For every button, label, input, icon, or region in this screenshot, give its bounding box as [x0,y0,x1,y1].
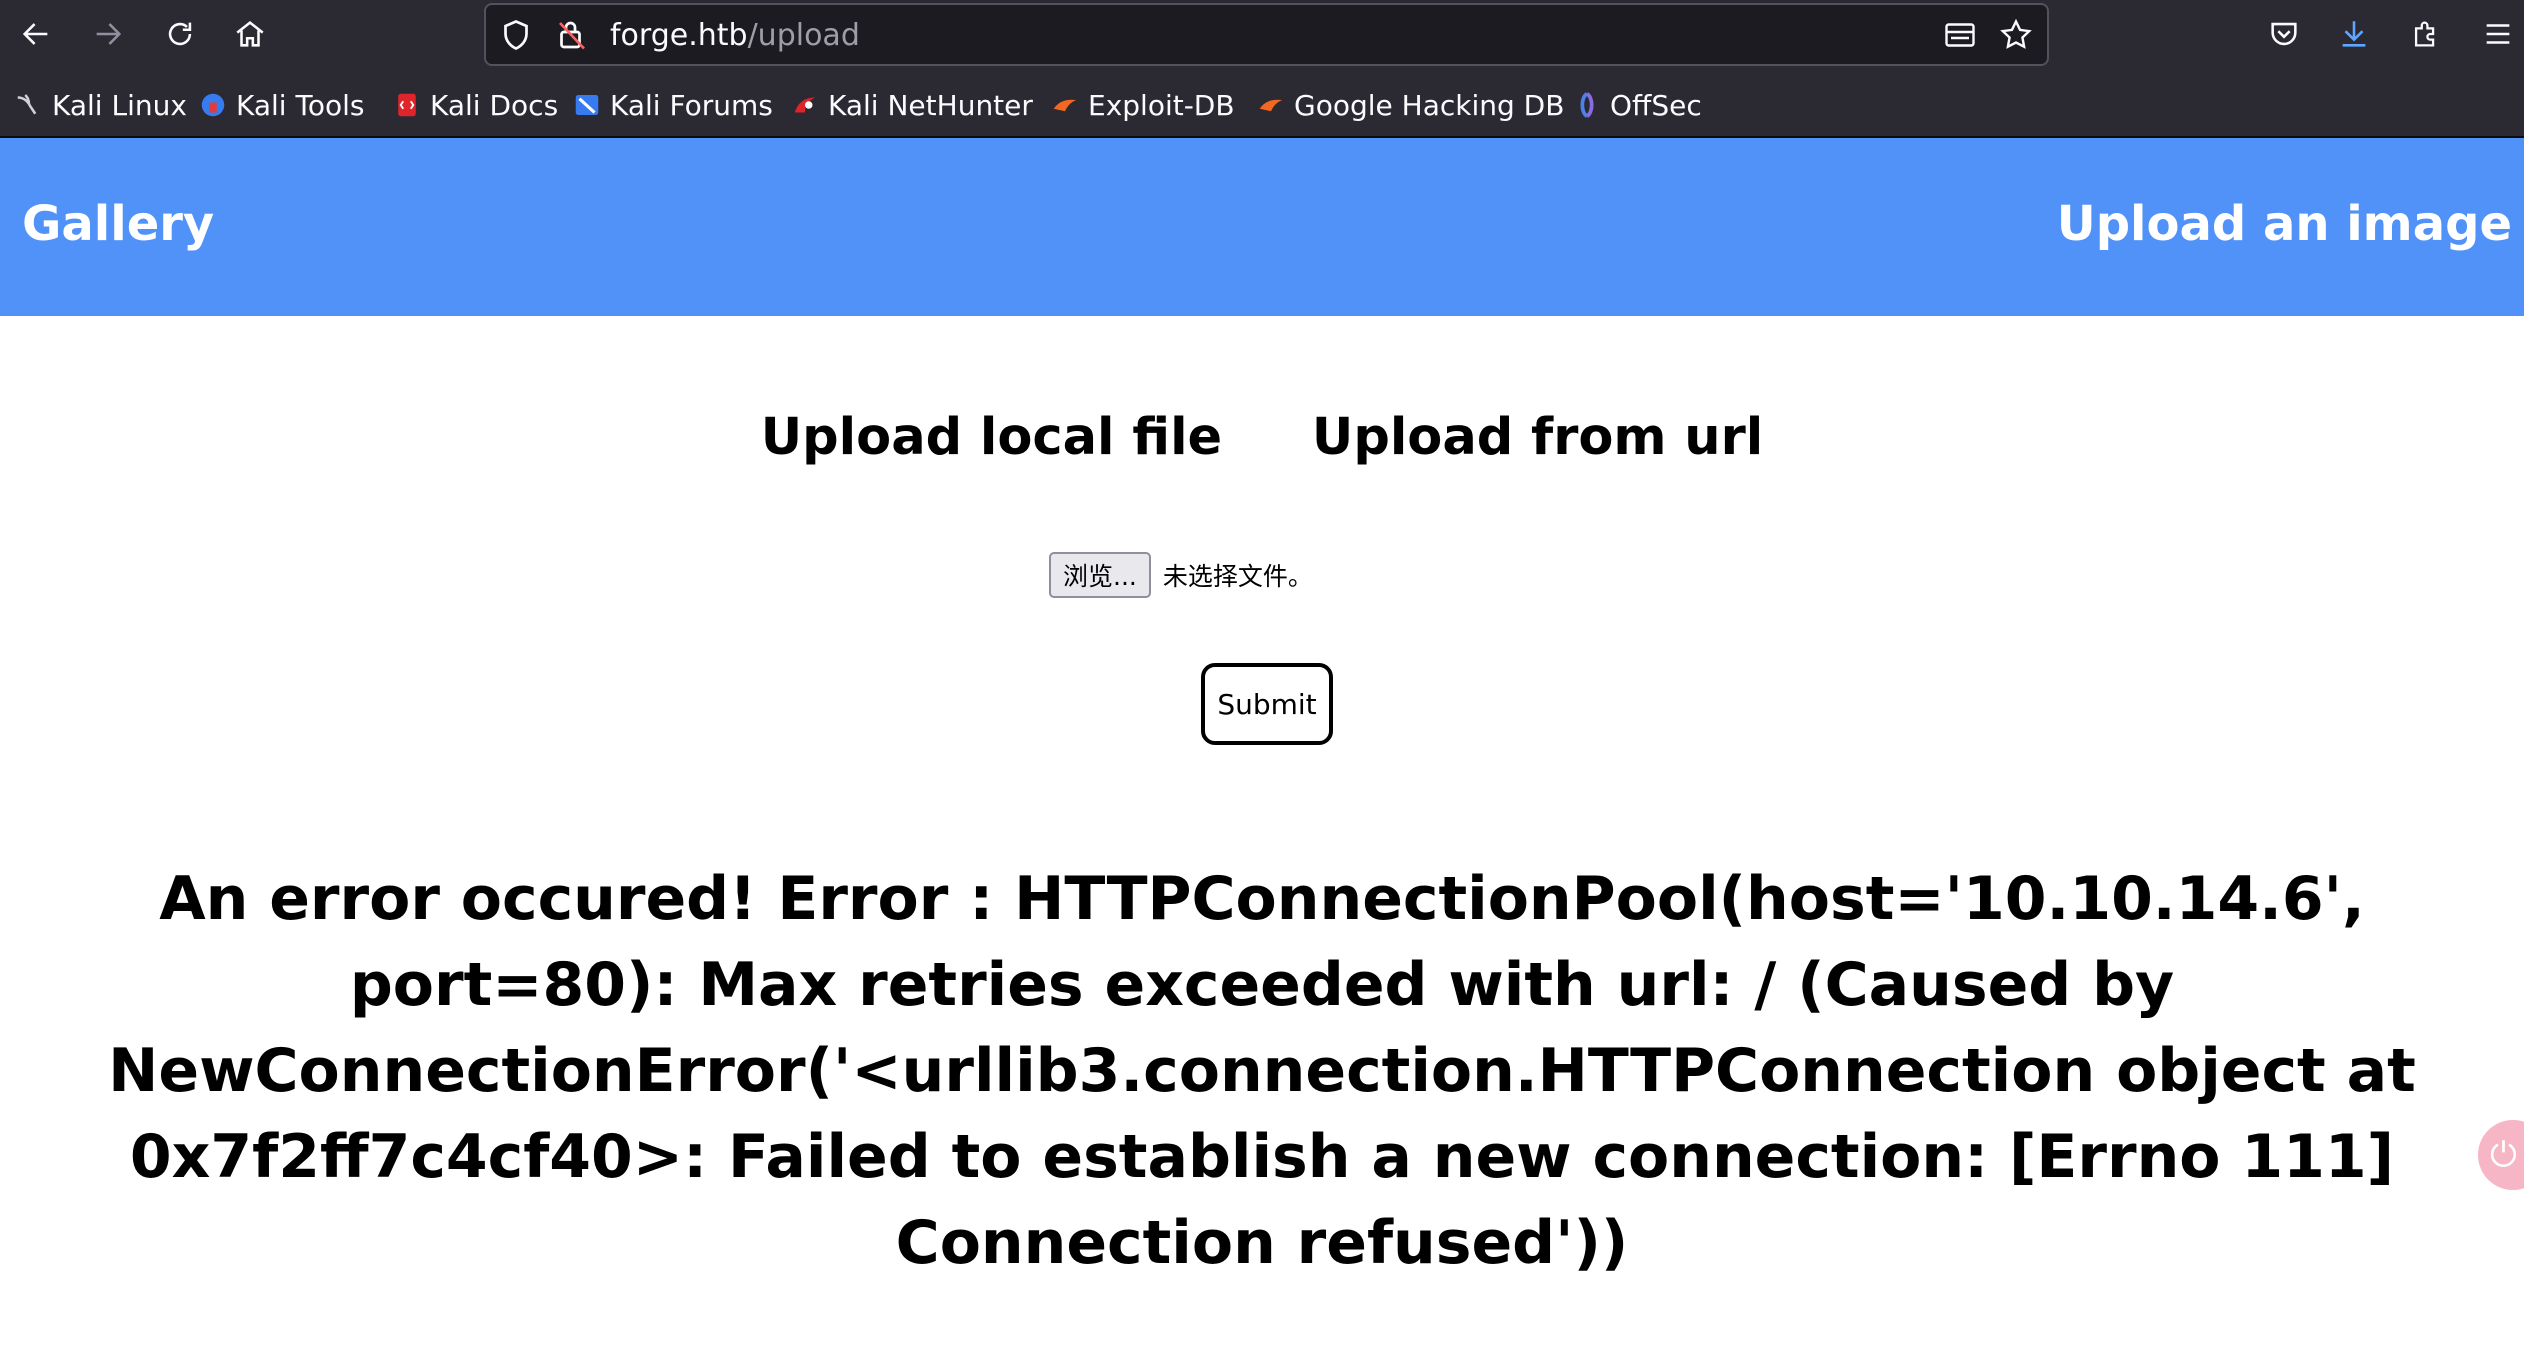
reader-view-icon[interactable] [1942,17,1978,53]
exploit-db-icon [1050,90,1080,120]
extensions-button[interactable] [2404,14,2448,58]
reload-icon [163,17,197,55]
hamburger-menu-icon [2481,17,2515,55]
bookmark-google-hacking-db[interactable]: Google Hacking DB [1256,86,1564,124]
upload-image-link[interactable]: Upload an image [2057,196,2512,252]
pocket-icon [2267,17,2301,55]
arrow-right-icon [91,17,125,55]
browse-button[interactable]: 浏览... [1049,552,1151,598]
arrow-left-icon [19,17,53,55]
kali-tools-icon [198,90,228,120]
upload-local-file-tab[interactable]: Upload local file [761,408,1222,467]
home-icon [233,17,267,55]
gallery-link[interactable]: Gallery [22,196,214,252]
browser-toolbar: forge.htb/upload [0,0,2524,72]
bookmark-offsec[interactable]: OffSec [1572,86,1702,124]
kali-docs-icon [392,90,422,120]
upload-from-url-tab[interactable]: Upload from url [1312,408,1763,467]
reload-button[interactable] [158,14,202,58]
address-bar[interactable]: forge.htb/upload [484,3,2049,66]
kali-nethunter-icon [790,90,820,120]
bookmark-kali-tools[interactable]: Kali Tools [198,86,364,124]
offsec-icon [1572,90,1602,120]
error-message: An error occured! Error : HTTPConnection… [108,864,2416,1278]
menu-button[interactable] [2476,14,2520,58]
bookmark-kali-forums[interactable]: Kali Forums [572,86,773,124]
bookmark-star-icon[interactable] [1998,17,2034,53]
bookmark-label: OffSec [1610,88,1702,122]
download-icon [2337,17,2371,55]
plug-icon: ⏻ [2490,1135,2517,1175]
bookmark-kali-linux[interactable]: Kali Linux [14,86,187,124]
shield-icon[interactable] [498,17,534,53]
back-button[interactable] [14,14,58,58]
forward-button[interactable] [86,14,130,58]
bookmark-label: Exploit-DB [1088,88,1235,122]
ghdb-icon [1256,90,1286,120]
bookmark-kali-docs[interactable]: Kali Docs [392,86,558,124]
bookmark-label: Kali Linux [52,88,187,122]
bookmark-exploit-db[interactable]: Exploit-DB [1050,86,1235,124]
file-input[interactable]: 浏览... 未选择文件。 [1049,552,1313,598]
kali-forums-icon [572,90,602,120]
home-button[interactable] [228,14,272,58]
url-text[interactable]: forge.htb/upload [610,17,860,55]
downloads-button[interactable] [2332,14,2376,58]
bookmark-label: Google Hacking DB [1294,88,1565,122]
bookmark-kali-nethunter[interactable]: Kali NetHunter [790,86,1033,124]
no-file-selected-text: 未选择文件。 [1162,562,1313,591]
upload-mode-tabs: Upload local file Upload from url [0,408,2524,467]
pocket-button[interactable] [2262,14,2306,58]
submit-button[interactable]: Submit [1201,663,1333,745]
puzzle-icon [2409,17,2443,55]
insecure-lock-icon[interactable] [554,17,590,53]
bookmark-label: Kali NetHunter [828,88,1033,122]
bookmark-label: Kali Tools [236,88,365,122]
site-navbar: Gallery Upload an image [0,138,2524,316]
bookmarks-toolbar: Kali Linux Kali Tools Kali Docs Kali For… [0,72,2524,138]
bookmark-label: Kali Docs [430,88,559,122]
url-host: forge.htb [610,18,748,53]
bookmark-label: Kali Forums [610,88,773,122]
kali-dragon-icon [14,90,44,120]
url-path: /upload [747,18,860,53]
